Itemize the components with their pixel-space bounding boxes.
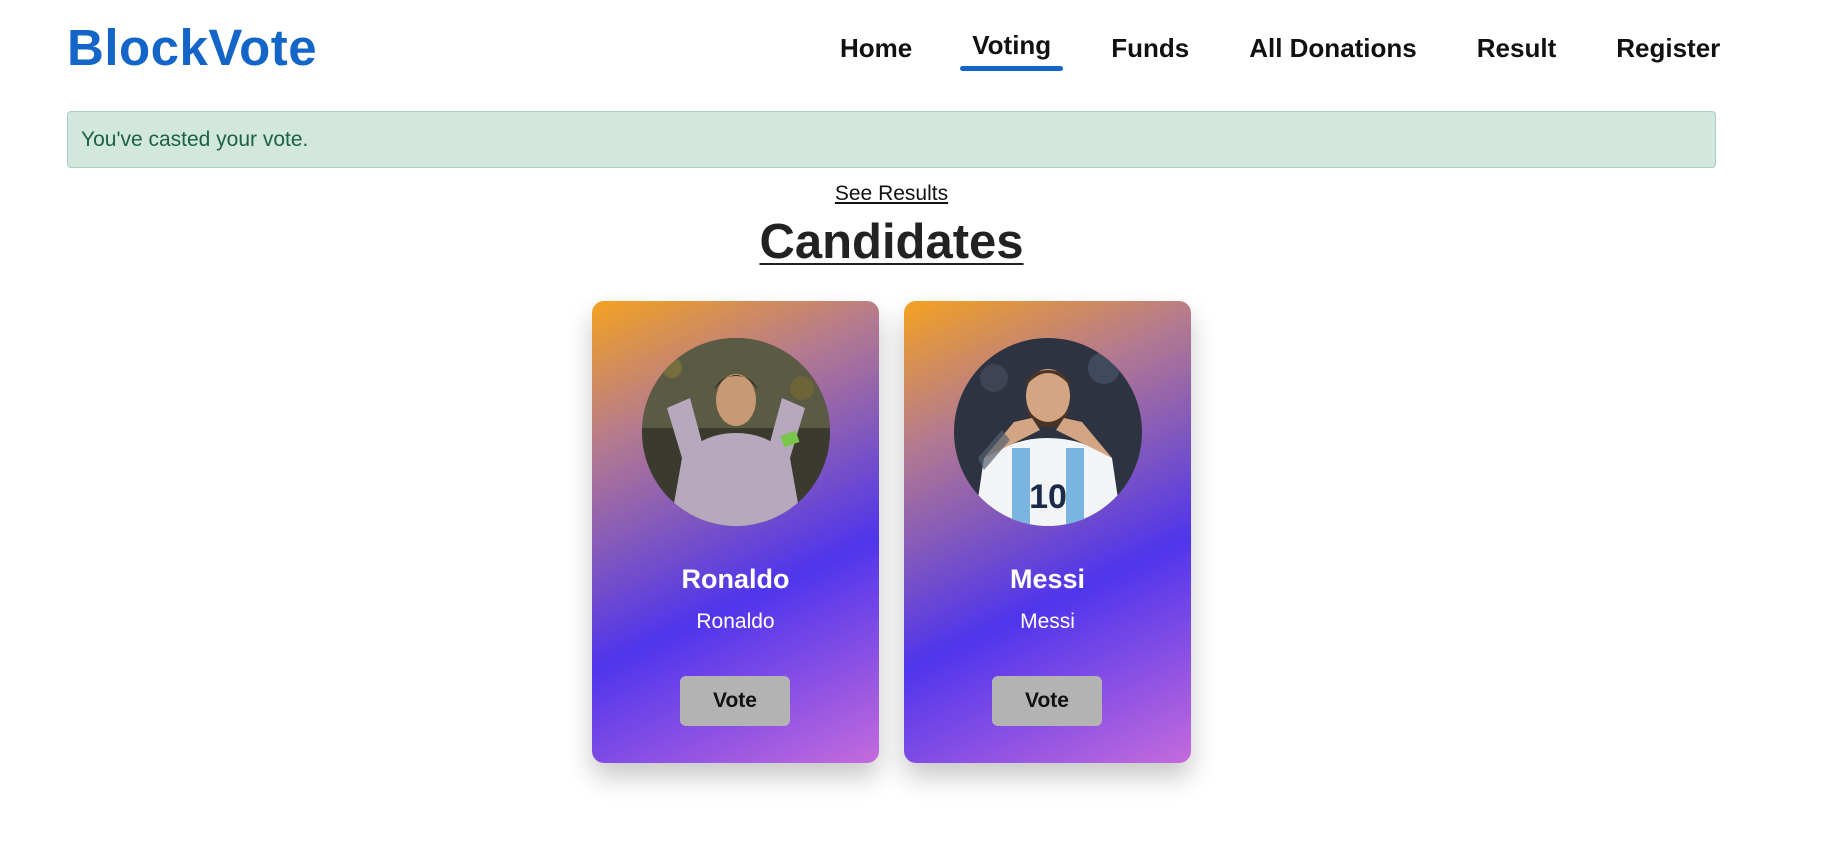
candidate-subtitle: Messi (1020, 610, 1075, 633)
vote-cast-alert: You've casted your vote. (67, 111, 1716, 168)
brand-logo[interactable]: BlockVote (67, 18, 317, 77)
candidate-name: Messi (1009, 564, 1086, 594)
navbar: BlockVote Home Voting Funds All Donation… (0, 0, 1827, 90)
candidate-card: 10 Messi Messi Vote (904, 301, 1191, 763)
messi-photo: 10 (954, 338, 1142, 526)
candidate-subtitle: Ronaldo (696, 610, 775, 633)
candidate-cards: Ronaldo Ronaldo Vote 10 Messi Messi Vote (592, 301, 1191, 763)
vote-button-ronaldo[interactable]: Vote (680, 676, 790, 726)
candidates-heading: Candidates (759, 215, 1024, 269)
ronaldo-photo (642, 338, 830, 526)
candidate-card: Ronaldo Ronaldo Vote (592, 301, 879, 763)
nav-register[interactable]: Register (1586, 30, 1750, 76)
nav-home[interactable]: Home (810, 30, 942, 76)
vote-button-messi[interactable]: Vote (992, 676, 1102, 726)
main-nav: Home Voting Funds All Donations Result R… (810, 30, 1750, 76)
candidate-name: Ronaldo (681, 564, 790, 594)
nav-all-donations[interactable]: All Donations (1219, 30, 1447, 76)
jersey-number: 10 (1029, 478, 1067, 516)
see-results-link[interactable]: See Results (0, 182, 1783, 206)
nav-result[interactable]: Result (1447, 30, 1586, 76)
candidate-photo-ronaldo (642, 338, 830, 526)
nav-funds[interactable]: Funds (1081, 30, 1219, 76)
nav-voting[interactable]: Voting (942, 27, 1081, 73)
candidate-photo-messi: 10 (954, 338, 1142, 526)
